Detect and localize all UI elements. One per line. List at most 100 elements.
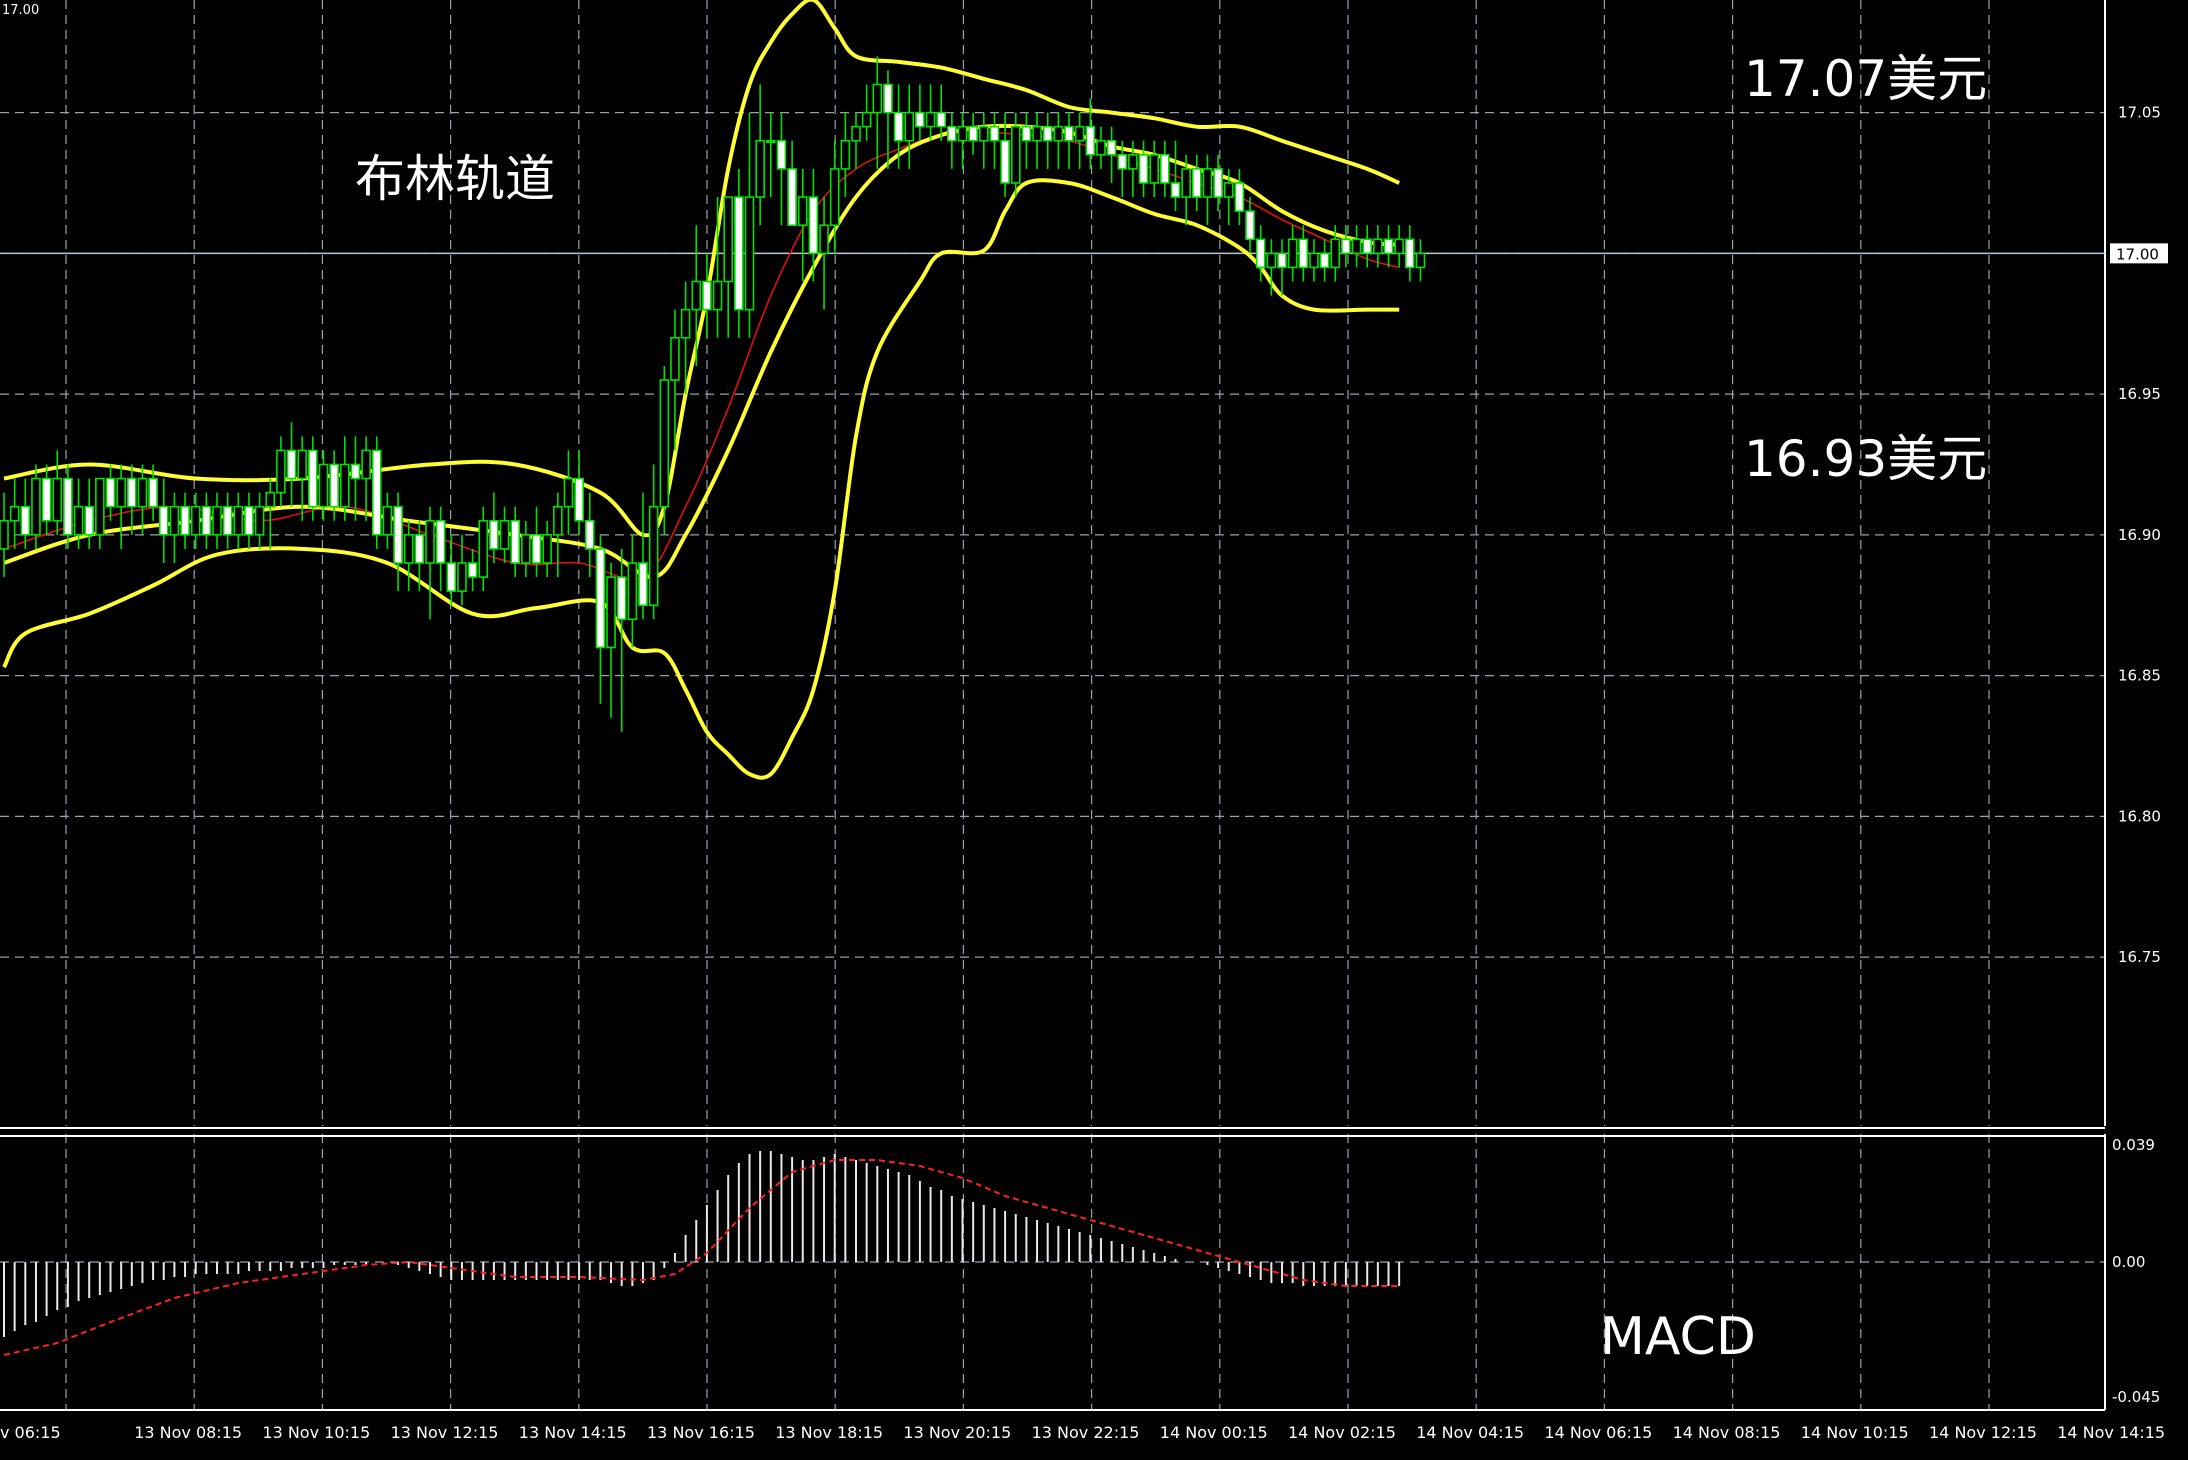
- candle-body-bearish: [148, 477, 158, 508]
- time-tick-label: 13 Nov 08:15: [134, 1423, 242, 1442]
- candle-body-bearish: [893, 111, 904, 142]
- candle-body-bearish: [1170, 182, 1181, 198]
- candle-body-bullish: [648, 505, 659, 607]
- candle-body-bearish: [1245, 210, 1255, 241]
- candle-body-bearish: [393, 505, 403, 564]
- candle-body-bullish: [659, 379, 670, 508]
- candle-body-bullish: [606, 576, 616, 649]
- trading-chart[interactable]: 17.05 17.00 16.95 16.90 16.85 16.80 16.75 17.00…: [0, 0, 2188, 1456]
- candle-body-bearish: [308, 449, 318, 508]
- candle-body-bullish: [1053, 125, 1064, 142]
- candle-body-bullish: [297, 449, 308, 480]
- candle-body-bearish: [222, 505, 233, 536]
- candle-body-bearish: [787, 168, 797, 226]
- candle-body-bearish: [371, 449, 382, 536]
- candle-body-bullish: [1394, 238, 1404, 255]
- candle-body-bullish: [212, 505, 222, 536]
- candle-body-bullish: [478, 519, 489, 578]
- candle-body-bullish: [1149, 154, 1159, 184]
- candle-body-bearish: [936, 111, 947, 128]
- candle-body-bearish: [329, 463, 339, 508]
- candle-body-bearish: [1234, 182, 1245, 212]
- candle-body-bearish: [158, 505, 169, 536]
- price-tick-label: 17.05: [2118, 104, 2161, 122]
- candle-body-bearish: [201, 505, 212, 536]
- time-tick-label: 13 Nov 20:15: [903, 1423, 1011, 1442]
- price-tick-label: 16.75: [2118, 948, 2161, 966]
- time-tick-label: 13 Nov 12:15: [391, 1423, 499, 1442]
- candle-body-bearish: [1117, 154, 1128, 170]
- candle-body-bullish: [840, 139, 851, 170]
- price-tick-label: 16.85: [2118, 667, 2161, 685]
- time-tick-label: 14 Nov 10:15: [1801, 1423, 1909, 1442]
- chart-canvas[interactable]: 17.05 17.00 16.95 16.90 16.85 16.80 16.75 17.00…: [0, 0, 2188, 1456]
- candle-body-bullish: [190, 505, 201, 536]
- candle-body-bullish: [765, 139, 776, 144]
- candle-body-bullish: [829, 168, 840, 226]
- upper-price-annotation: 17.07美元: [1744, 50, 1987, 108]
- time-tick-label: 14 Nov 08:15: [1673, 1423, 1781, 1442]
- candle-body-bearish: [20, 505, 31, 536]
- candle-body-bearish: [1405, 238, 1415, 269]
- candle-body-bearish: [180, 505, 190, 536]
- candle-body-bullish: [1373, 238, 1383, 255]
- candle-body-bullish: [1202, 168, 1213, 198]
- candle-body-bearish: [1042, 125, 1053, 142]
- candle-body-bearish: [446, 562, 457, 592]
- candle-body-bullish: [403, 534, 414, 564]
- candle-body-bearish: [350, 463, 361, 480]
- candle-body-bullish: [0, 519, 9, 550]
- candle-body-bullish: [1266, 252, 1277, 269]
- candle-body-bearish: [1319, 252, 1330, 269]
- bollinger-annotation: 布林轨道: [355, 150, 555, 208]
- time-tick-label: 14 Nov 14:15: [2057, 1423, 2165, 1442]
- candle-body-bearish: [1106, 139, 1117, 156]
- candle-body-bullish: [755, 139, 765, 198]
- candle-body-bearish: [414, 534, 425, 564]
- price-tick-label: 16.80: [2118, 807, 2161, 825]
- candle-body-bearish: [776, 139, 787, 170]
- candle-body-bullish: [499, 519, 510, 550]
- candle-body-bullish: [1074, 125, 1085, 142]
- candle-body-bullish: [1010, 125, 1021, 184]
- time-tick-label: 14 Nov 04:15: [1416, 1423, 1524, 1442]
- candle-body-bearish: [616, 576, 627, 621]
- candle-body-bearish: [989, 125, 1000, 142]
- candle-body-bearish: [84, 505, 94, 536]
- candle-body-bearish: [1298, 238, 1309, 269]
- candle-body-bullish: [744, 196, 755, 311]
- candle-body-bullish: [457, 562, 467, 592]
- candle-body-bullish: [563, 477, 574, 508]
- candle-body-bearish: [1000, 139, 1010, 184]
- candle-body-bearish: [1064, 125, 1074, 142]
- candle-body-bullish: [670, 336, 680, 381]
- current-price-label: 17.00: [2116, 245, 2159, 263]
- candle-body-bullish: [339, 463, 350, 508]
- time-tick-label: 13 Nov 22:15: [1032, 1423, 1140, 1442]
- candle-body-bullish: [552, 505, 563, 536]
- candle-body-bullish: [318, 463, 329, 508]
- price-tick-label: 16.90: [2118, 526, 2161, 544]
- time-tick-label: 14 Nov 12:15: [1929, 1423, 2037, 1442]
- candle-body-bearish: [489, 519, 499, 550]
- candle-body-bullish: [627, 562, 638, 621]
- candle-body-bearish: [1341, 238, 1351, 255]
- time-tick-label: 14 Nov 02:15: [1288, 1423, 1396, 1442]
- candle-body-bullish: [851, 125, 861, 142]
- candle-body-bullish: [978, 125, 989, 142]
- candle-body-bullish: [254, 505, 265, 536]
- candle-body-bullish: [425, 519, 435, 564]
- candle-body-bullish: [691, 280, 702, 311]
- candle-body-bullish: [723, 196, 734, 283]
- candle-body-bullish: [680, 308, 691, 339]
- candle-body-bullish: [542, 534, 552, 564]
- candle-body-bullish: [276, 449, 286, 494]
- candle-body-bullish: [925, 111, 936, 128]
- candle-body-bearish: [127, 477, 137, 508]
- candle-body-bearish: [808, 196, 819, 255]
- time-tick-label: 13 Nov 14:15: [519, 1423, 627, 1442]
- candle-body-bullish: [797, 196, 808, 227]
- candle-body-bearish: [1192, 168, 1202, 198]
- candle-body-bullish: [712, 280, 723, 311]
- candle-body-bullish: [1032, 125, 1042, 142]
